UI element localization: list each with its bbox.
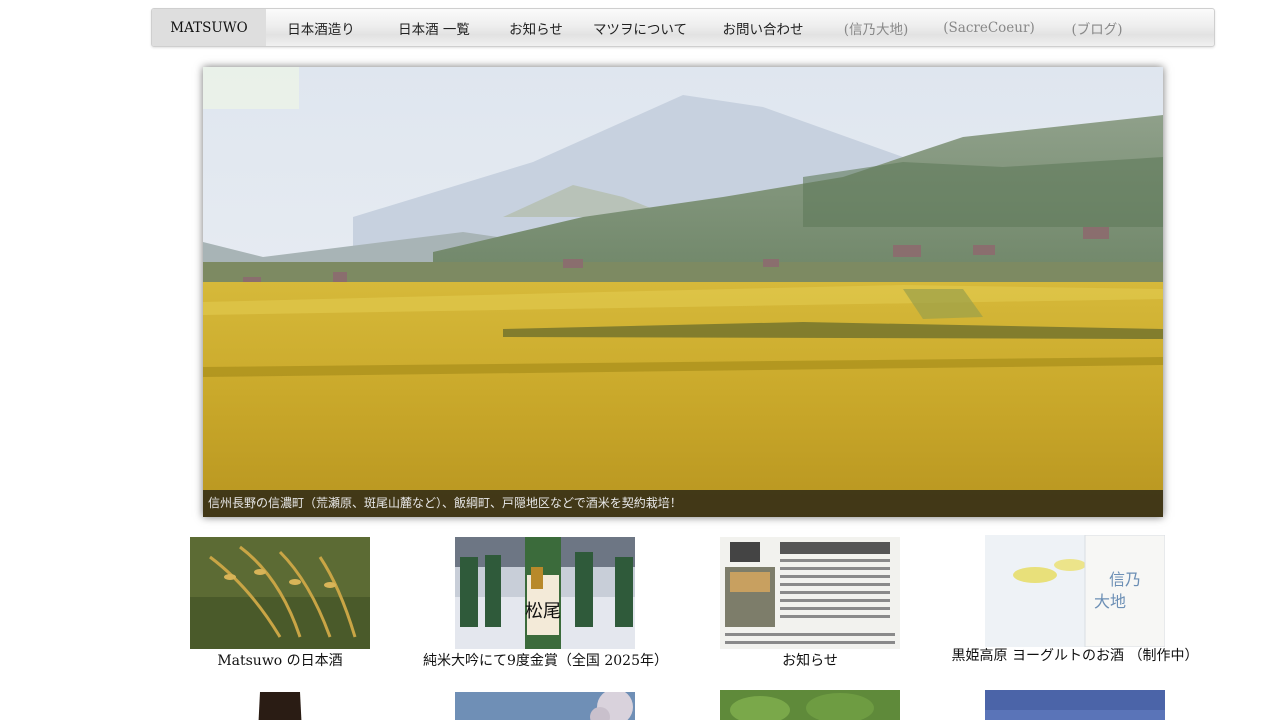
tile-news[interactable]: お知らせ xyxy=(720,537,900,669)
sky-blossom-image xyxy=(455,692,635,720)
sake-bottles-image: 松尾 xyxy=(455,537,635,649)
hero-landscape-image xyxy=(203,67,1163,517)
nav-item-home[interactable]: MATSUWO xyxy=(152,9,266,46)
tile-label[interactable]: お知らせ xyxy=(720,650,900,670)
yogurt-sake-image: 信乃 大地 xyxy=(985,535,1165,647)
green-leaves-image xyxy=(720,690,900,720)
hero-slideshow[interactable]: 信州長野の信濃町（荒瀬原、斑尾山麓など）、飯綱町、戸隠地区などで酒米を契約栽培！ xyxy=(203,67,1163,517)
svg-text:松尾: 松尾 xyxy=(525,601,561,622)
hero-caption: 信州長野の信濃町（荒瀬原、斑尾山麓など）、飯綱町、戸隠地区などで酒米を契約栽培！ xyxy=(203,490,1163,517)
nav-item-news[interactable]: お知らせ xyxy=(492,9,580,46)
nav-item-shinano-daichi[interactable]: (信乃大地) xyxy=(826,9,926,46)
tile-label[interactable]: 黒姫高原 ヨーグルトのお酒 （制作中） xyxy=(951,645,1199,665)
svg-text:信乃: 信乃 xyxy=(1109,570,1141,589)
nav-item-sake-list[interactable]: 日本酒 一覧 xyxy=(376,9,492,46)
nav-item-blog[interactable]: (ブログ) xyxy=(1052,9,1142,46)
main-navigation: MATSUWO 日本酒造り 日本酒 一覧 お知らせ マツヲについて お問い合わせ… xyxy=(151,8,1215,47)
nav-item-about[interactable]: マツヲについて xyxy=(580,9,700,46)
newspaper-image xyxy=(720,537,900,649)
tile-row2-1[interactable] xyxy=(190,692,370,720)
tile-gold-award[interactable]: 松尾 純米大吟にて9度金賞（全国 2025年） xyxy=(423,537,668,669)
rice-ears-image xyxy=(190,537,370,649)
tile-row2-2[interactable] xyxy=(455,692,635,720)
hero-overlay-box xyxy=(203,67,299,109)
tile-row2-3[interactable] xyxy=(720,690,900,720)
nav-item-sake-making[interactable]: 日本酒造り xyxy=(266,9,376,46)
nav-item-sacre-coeur[interactable]: (SacreCoeur) xyxy=(926,9,1052,46)
tile-label[interactable]: Matsuwo の日本酒 xyxy=(190,650,370,670)
tile-yogurt-sake[interactable]: 信乃 大地 黒姫高原 ヨーグルトのお酒 （制作中） xyxy=(952,535,1198,664)
tile-label[interactable]: 純米大吟にて9度金賞（全国 2025年） xyxy=(423,650,668,670)
svg-text:大地: 大地 xyxy=(1094,592,1126,611)
tile-row2-4[interactable] xyxy=(985,690,1165,720)
dark-bottle-image xyxy=(190,692,370,720)
blue-sky-image xyxy=(985,690,1165,720)
tile-matsuwo-sake[interactable]: Matsuwo の日本酒 xyxy=(190,537,370,669)
nav-item-contact[interactable]: お問い合わせ xyxy=(700,9,826,46)
